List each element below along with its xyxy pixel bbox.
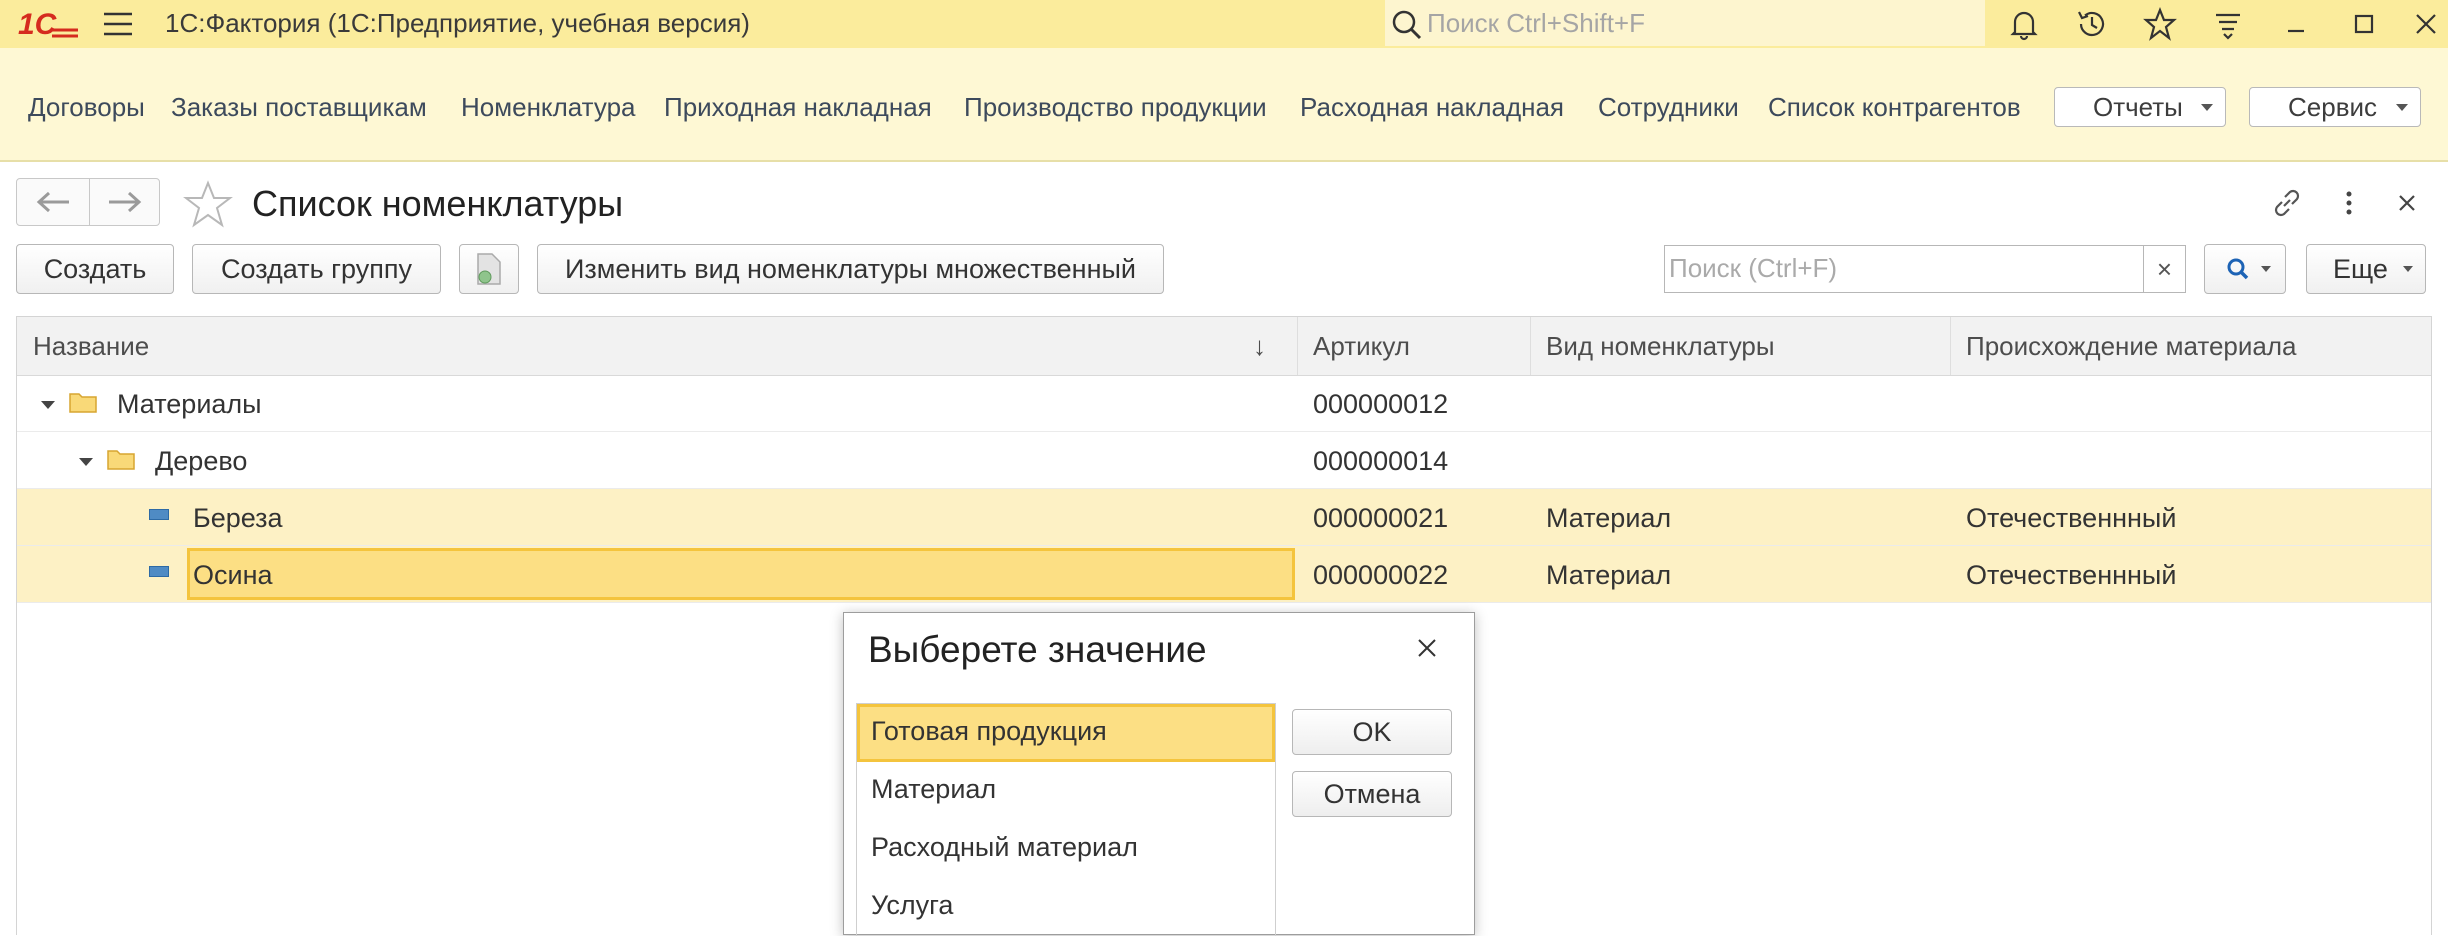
row-kind: Материал xyxy=(1546,503,1672,533)
value-option-material[interactable]: Материал xyxy=(857,762,1275,820)
1c-logo-icon: 1С xyxy=(18,6,80,41)
section-link-employees[interactable]: Сотрудники xyxy=(1598,92,1739,123)
clear-search-button[interactable]: × xyxy=(2144,245,2186,293)
copy-document-icon xyxy=(477,253,501,285)
collapse-triangle-icon[interactable] xyxy=(79,458,93,466)
title-bar: 1С 1С:Фактория (1С:Предприятие, учебная … xyxy=(0,0,2448,48)
section-link-contracts[interactable]: Договоры xyxy=(28,92,145,123)
search-icon xyxy=(2227,258,2249,280)
ok-button[interactable]: OK xyxy=(1292,709,1452,755)
navigation-buttons xyxy=(16,178,160,226)
value-list: Готовая продукция Материал Расходный мат… xyxy=(856,703,1276,936)
forward-arrow-icon[interactable] xyxy=(103,189,147,215)
row-name: Осина xyxy=(193,560,273,590)
folder-icon xyxy=(69,393,97,413)
row-origin: Отечественнный xyxy=(1966,560,2177,590)
reports-button[interactable]: Отчеты xyxy=(2054,87,2226,127)
dialog-close-icon[interactable] xyxy=(1412,633,1442,663)
row-article: 000000012 xyxy=(1313,389,1449,419)
main-menu-icon[interactable] xyxy=(102,10,134,38)
table-row-current[interactable]: Осина 000000022 Материал Отечественнный xyxy=(17,546,2431,603)
value-option-finished-goods[interactable]: Готовая продукция xyxy=(857,704,1275,762)
sections-panel: Договоры Заказы поставщикам Номенклатура… xyxy=(0,48,2448,162)
section-link-counterparties[interactable]: Список контрагентов xyxy=(1768,92,2021,123)
maximize-icon[interactable] xyxy=(2346,6,2382,42)
section-link-incoming-invoice[interactable]: Приходная накладная xyxy=(664,92,932,123)
row-name: Дерево xyxy=(155,446,248,476)
create-group-button[interactable]: Создать группу xyxy=(192,244,441,294)
folder-icon xyxy=(107,450,135,470)
copy-button[interactable] xyxy=(459,244,519,294)
app-title: 1С:Фактория (1С:Предприятие, учебная вер… xyxy=(165,8,750,38)
global-search-input[interactable]: Поиск Ctrl+Shift+F xyxy=(1385,0,1985,46)
global-search-placeholder: Поиск Ctrl+Shift+F xyxy=(1427,8,1645,38)
chevron-down-icon xyxy=(2201,104,2213,111)
row-name: Береза xyxy=(193,503,283,533)
row-name: Материалы xyxy=(117,389,262,419)
link-icon[interactable] xyxy=(2268,184,2306,222)
column-header-origin[interactable]: Происхождение материала xyxy=(1966,331,2297,362)
list-search-input[interactable] xyxy=(1665,246,2113,290)
favorites-star-icon[interactable] xyxy=(2142,6,2178,42)
column-header-kind[interactable]: Вид номенклатуры xyxy=(1546,331,1775,362)
service-button-label: Сервис xyxy=(2288,92,2378,122)
reports-button-label: Отчеты xyxy=(2093,92,2183,122)
table-header: Название ↓ Артикул Вид номенклатуры Прои… xyxy=(17,317,2431,376)
item-icon xyxy=(149,509,169,520)
minimize-icon[interactable] xyxy=(2278,6,2314,42)
value-option-service[interactable]: Услуга xyxy=(857,878,1275,936)
search-options-button[interactable] xyxy=(2204,244,2286,294)
section-link-supplier-orders[interactable]: Заказы поставщикам xyxy=(171,92,427,123)
change-nomenclature-kind-button[interactable]: Изменить вид номенклатуры множественный xyxy=(537,244,1164,294)
create-button[interactable]: Создать xyxy=(16,244,174,294)
cancel-button[interactable]: Отмена xyxy=(1292,771,1452,817)
chevron-down-icon xyxy=(2261,266,2271,272)
section-link-outgoing-invoice[interactable]: Расходная накладная xyxy=(1300,92,1564,123)
row-article: 000000022 xyxy=(1313,560,1449,590)
close-form-icon[interactable] xyxy=(2390,186,2424,220)
row-article: 000000014 xyxy=(1313,446,1449,476)
row-origin: Отечественнный xyxy=(1966,503,2177,533)
collapse-triangle-icon[interactable] xyxy=(41,401,55,409)
bell-icon[interactable] xyxy=(2006,6,2042,42)
item-icon xyxy=(149,566,169,577)
search-icon xyxy=(1392,10,1422,40)
table-row[interactable]: Дерево 000000014 xyxy=(17,432,2431,489)
favorite-star-icon[interactable] xyxy=(182,180,234,230)
more-button[interactable]: Еще xyxy=(2306,244,2426,294)
back-arrow-icon[interactable] xyxy=(31,189,75,215)
list-search-field[interactable] xyxy=(1664,245,2144,293)
row-article: 000000021 xyxy=(1313,503,1449,533)
table-row[interactable]: Материалы 000000012 xyxy=(17,375,2431,432)
table-row[interactable]: Береза 000000021 Материал Отечественнный xyxy=(17,489,2431,546)
more-actions-icon[interactable] xyxy=(2336,184,2362,222)
choose-value-dialog: Выберете значение Готовая продукция Мате… xyxy=(843,612,1475,936)
column-header-article[interactable]: Артикул xyxy=(1313,331,1410,362)
close-window-icon[interactable] xyxy=(2408,6,2444,42)
functions-menu-icon[interactable] xyxy=(2210,6,2246,42)
form-title: Список номенклатуры xyxy=(252,183,624,224)
service-button[interactable]: Сервис xyxy=(2249,87,2421,127)
section-link-production[interactable]: Производство продукции xyxy=(964,92,1267,123)
dialog-title: Выберете значение xyxy=(868,629,1207,670)
current-cell[interactable] xyxy=(187,548,1295,600)
sort-descending-icon: ↓ xyxy=(1253,331,1266,361)
chevron-down-icon xyxy=(2403,266,2413,272)
value-option-consumable[interactable]: Расходный материал xyxy=(857,820,1275,878)
row-kind: Материал xyxy=(1546,560,1672,590)
section-link-nomenclature[interactable]: Номенклатура xyxy=(461,92,635,123)
chevron-down-icon xyxy=(2396,104,2408,111)
column-header-name[interactable]: Название xyxy=(33,331,149,362)
svg-text:1С: 1С xyxy=(18,8,58,40)
history-icon[interactable] xyxy=(2074,6,2110,42)
more-button-label: Еще xyxy=(2333,254,2388,284)
